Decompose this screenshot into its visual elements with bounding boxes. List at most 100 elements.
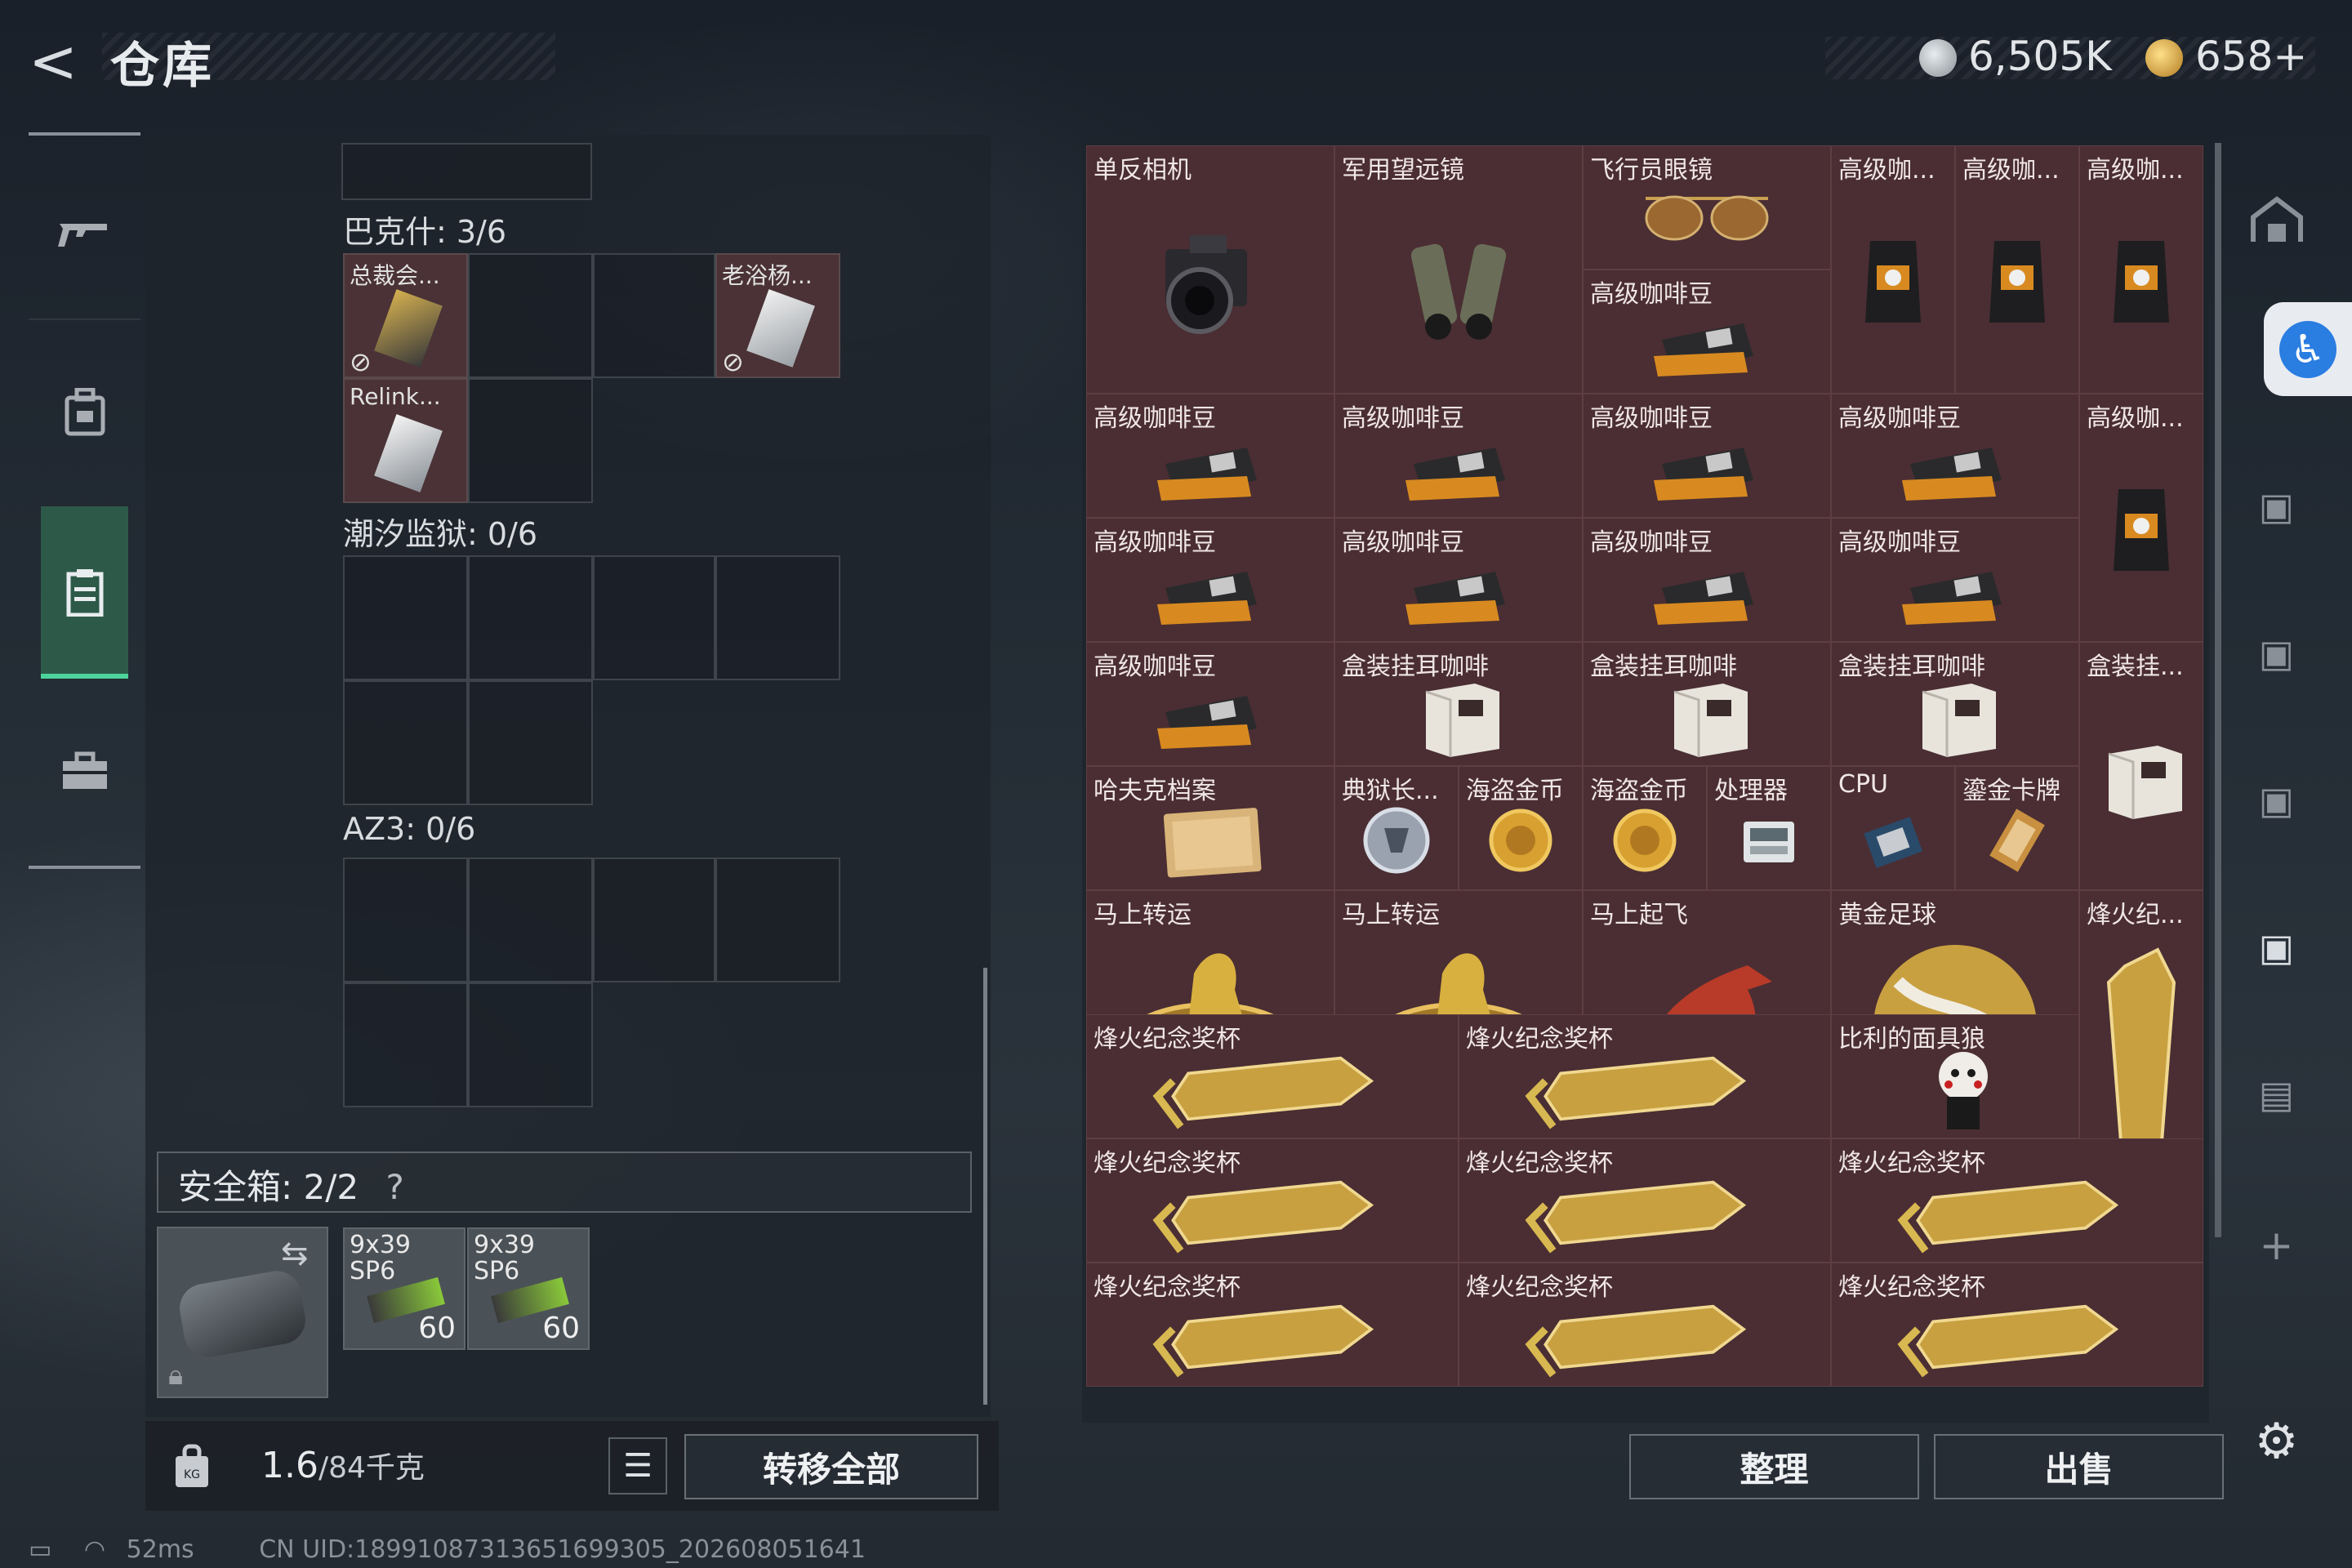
item-label: 高级咖啡豆 <box>1590 404 1713 433</box>
accessibility-button[interactable]: ♿︎ <box>2264 302 2352 396</box>
stash-item[interactable]: 海盗金币 <box>1459 766 1583 890</box>
settings-gear-icon[interactable]: ⚙ <box>2242 1405 2311 1478</box>
case-tab-active-icon[interactable]: ▣ <box>2242 911 2311 984</box>
stash-item[interactable]: 烽火纪念奖杯 <box>1831 1263 2203 1387</box>
stash-item[interactable]: 哈夫克档案 <box>1086 766 1334 890</box>
gti-tab-icon[interactable]: ▤ <box>2242 1058 2311 1131</box>
stash-item[interactable]: 高级咖啡豆 <box>1334 394 1583 518</box>
stash-item[interactable]: 盒装挂耳咖啡 <box>1583 642 1831 766</box>
stash-item[interactable]: 盒装挂耳咖啡 <box>1334 642 1583 766</box>
trophy-icon <box>1087 1293 1458 1381</box>
stash-item[interactable]: 烽火纪念奖杯 <box>1459 1263 1831 1387</box>
stash-item[interactable]: 盒装挂... <box>2079 642 2203 890</box>
item-label: 烽火纪念奖杯 <box>1094 1149 1241 1178</box>
file-icon <box>1087 796 1334 884</box>
stash-scrollbar[interactable] <box>2215 143 2221 1237</box>
stash-item[interactable]: 单反相机 <box>1086 145 1334 394</box>
beans-icon <box>1335 548 1582 636</box>
beans-icon <box>1584 424 1830 512</box>
coin-icon <box>1459 796 1582 884</box>
item-label: 烽火纪念奖杯 <box>1466 1273 1613 1302</box>
item-label: 鎏金卡牌 <box>1962 777 2060 805</box>
item-label: 比利的面具狼 <box>1838 1025 1985 1054</box>
stash-item[interactable]: CPU <box>1831 766 1955 890</box>
item-label: 高级咖... <box>2087 156 2184 185</box>
item-label: 飞行员眼镜 <box>1590 156 1713 185</box>
beans-icon <box>1832 548 2078 636</box>
item-label: 高级咖啡豆 <box>1838 528 1961 557</box>
sort-button[interactable]: 整理 <box>1629 1434 1919 1499</box>
stash-item[interactable]: 典狱长... <box>1334 766 1459 890</box>
stash-item[interactable]: 烽火纪念奖杯 <box>1459 1014 1831 1138</box>
svg-text:KG: KG <box>184 1468 200 1481</box>
item-label: 马上转运 <box>1342 901 1440 929</box>
stash-item[interactable]: 军用望远镜 <box>1334 145 1583 394</box>
item-label: 烽火纪念奖杯 <box>1466 1149 1613 1178</box>
stash-item[interactable]: 高级咖啡豆 <box>1583 394 1831 518</box>
item-label: 高级咖... <box>1962 156 2060 185</box>
stash-item[interactable]: 高级咖啡豆 <box>1334 518 1583 642</box>
add-tab-icon[interactable]: + <box>2242 1209 2311 1282</box>
weight-icon: KG <box>172 1441 212 1490</box>
stash-item[interactable]: 高级咖... <box>1831 145 1955 394</box>
stash-item[interactable]: 高级咖啡豆 <box>1086 394 1334 518</box>
stash-item[interactable]: 烽火纪念奖杯 <box>1086 1014 1459 1138</box>
item-label: 高级咖... <box>1838 156 1936 185</box>
beans-icon <box>1584 548 1830 636</box>
stash-item[interactable]: 高级咖啡豆 <box>1086 642 1334 766</box>
item-label: CPU <box>1838 770 1888 799</box>
bag-icon <box>1956 176 2078 388</box>
camera-icon <box>1087 176 1334 388</box>
stash-grid: 单反相机 军用望远镜 飞行员眼镜 高级咖... 高级咖... 高级咖... 高级咖啡豆 高级咖… <box>0 0 2352 1417</box>
stash-item[interactable]: 海盗金币 <box>1583 766 1707 890</box>
stash-item[interactable]: 高级咖... <box>2079 145 2203 394</box>
storage-tab-icon[interactable] <box>2242 184 2311 257</box>
coin-icon <box>1584 796 1706 884</box>
stash-item[interactable]: 处理器 <box>1707 766 1831 890</box>
item-label: 单反相机 <box>1094 156 1192 185</box>
item-label: 盒装挂耳咖啡 <box>1838 653 1985 681</box>
item-label: 马上转运 <box>1094 901 1192 929</box>
stash-item[interactable]: 烽火纪念奖杯 <box>1831 1138 2203 1263</box>
cpu-icon <box>1832 796 1954 884</box>
item-label: 高级咖啡豆 <box>1094 653 1216 681</box>
stash-item[interactable]: 高级咖啡豆 <box>1831 518 2079 642</box>
weight-readout: 1.6/84千克 <box>261 1444 425 1486</box>
badge-icon <box>1335 796 1458 884</box>
box-icon <box>1335 672 1582 760</box>
stash-item[interactable]: 高级咖啡豆 <box>1831 394 2079 518</box>
stash-item[interactable]: 盒装挂耳咖啡 <box>1831 642 2079 766</box>
stash-item[interactable]: 高级咖... <box>2079 394 2203 642</box>
stash-item[interactable]: 鎏金卡牌 <box>1955 766 2079 890</box>
case-tab-icon[interactable]: ▣ <box>2242 470 2311 543</box>
item-label: 烽火纪念奖杯 <box>1838 1149 1985 1178</box>
beans-icon <box>1087 672 1334 760</box>
item-label: 哈夫克档案 <box>1094 777 1216 805</box>
case-tab-icon[interactable]: ▣ <box>2242 617 2311 690</box>
item-label: 海盗金币 <box>1590 777 1688 805</box>
case-tab-icon[interactable]: ▣ <box>2242 764 2311 837</box>
stash-item[interactable]: 高级咖啡豆 <box>1583 270 1831 394</box>
bag-icon <box>2080 176 2203 388</box>
stash-item[interactable]: 烽火纪念奖杯 <box>1086 1263 1459 1387</box>
stash-item[interactable]: 飞行员眼镜 <box>1583 145 1831 270</box>
stash-item[interactable]: 烽火纪念奖杯 <box>1086 1138 1459 1263</box>
trophy-icon <box>1459 1169 1830 1257</box>
stash-item[interactable]: 高级咖啡豆 <box>1086 518 1334 642</box>
item-label: 马上起飞 <box>1590 901 1688 929</box>
transfer-all-button[interactable]: 转移全部 <box>684 1434 978 1499</box>
item-label: 烽火纪... <box>2087 901 2184 929</box>
weight-value: 1.6 <box>261 1445 318 1486</box>
accessibility-icon: ♿︎ <box>2279 320 2336 378</box>
stash-item[interactable]: 比利的面具狼 <box>1831 1014 2079 1138</box>
item-label: 黄金足球 <box>1838 901 1936 929</box>
list-view-button[interactable]: ☰ <box>608 1437 667 1494</box>
item-label: 盒装挂耳咖啡 <box>1342 653 1489 681</box>
stash-item[interactable]: 高级咖... <box>1955 145 2079 394</box>
sell-button[interactable]: 出售 <box>1934 1434 2224 1499</box>
beans-icon <box>1335 424 1582 512</box>
stash-item[interactable]: 高级咖啡豆 <box>1583 518 1831 642</box>
stash-item[interactable]: 烽火纪念奖杯 <box>1459 1138 1831 1263</box>
beans-icon <box>1087 548 1334 636</box>
beans-icon <box>1584 300 1830 388</box>
